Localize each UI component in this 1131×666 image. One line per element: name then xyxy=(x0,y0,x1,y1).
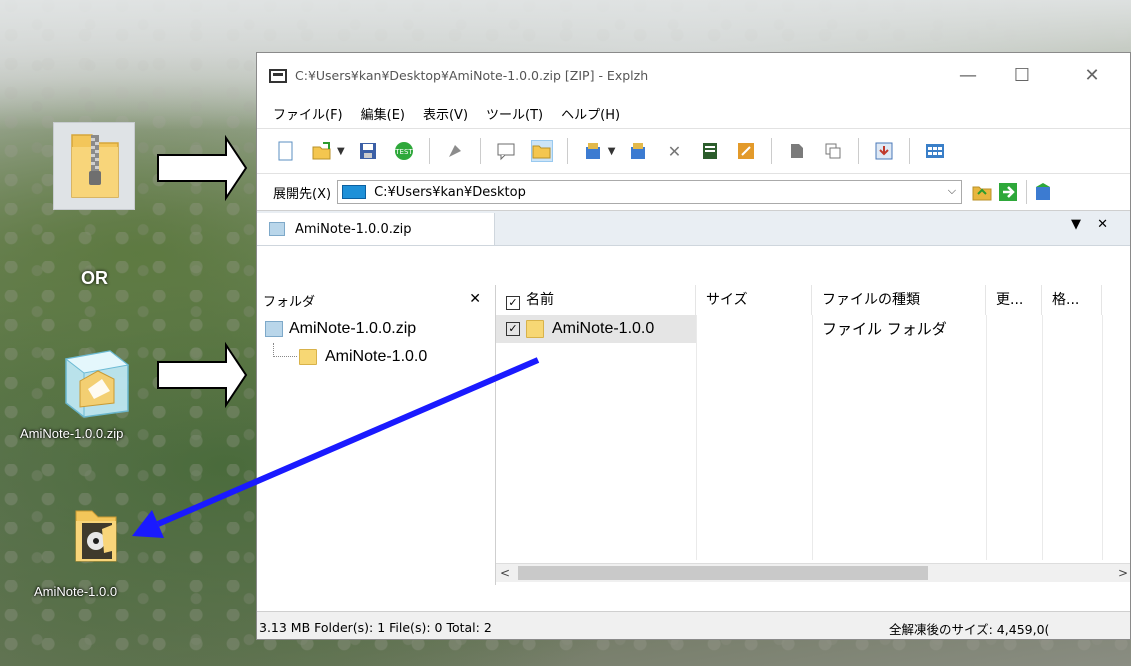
annotation-arrows xyxy=(132,134,540,538)
white-arrow-bottom xyxy=(157,341,248,409)
white-arrow-top xyxy=(157,134,248,202)
